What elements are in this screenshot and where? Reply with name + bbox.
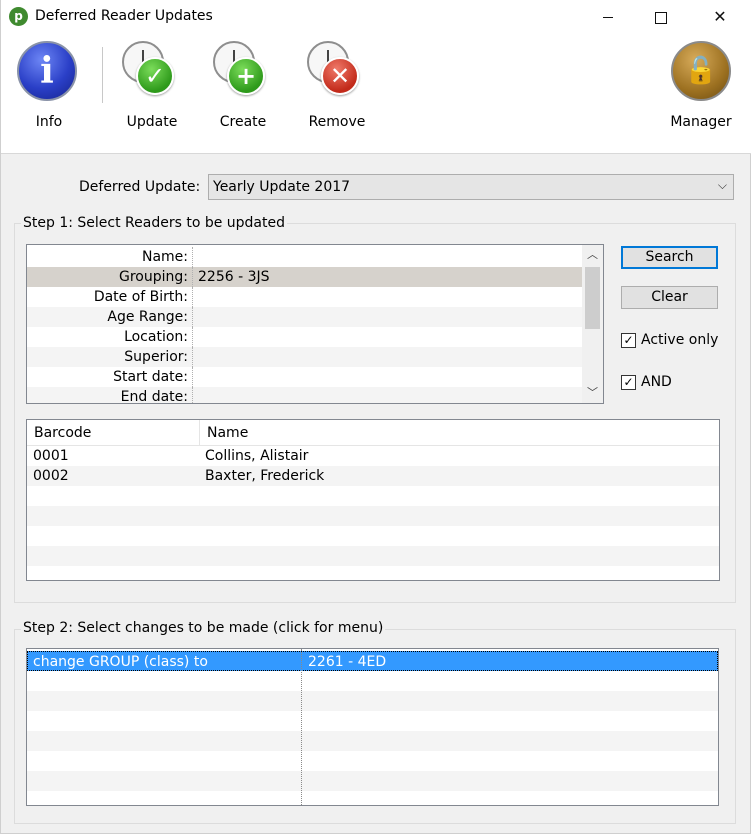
criteria-scrollbar[interactable]: ︿ ﹀	[582, 245, 603, 403]
info-label: Info	[35, 114, 63, 130]
grid-divider	[192, 347, 194, 367]
change-row[interactable]: change GROUP (class) to 2261 - 4ED	[27, 651, 718, 671]
table-row[interactable]: 0001 Collins, Alistair	[27, 446, 719, 466]
minimize-icon	[603, 17, 613, 18]
grid-divider	[192, 327, 194, 347]
criteria-key: Superior:	[124, 349, 188, 365]
info-icon: i	[17, 41, 77, 101]
checkmark-icon: ✓	[136, 57, 174, 95]
create-button[interactable]: + Create	[203, 39, 283, 139]
step1-title: Step 1: Select Readers to be updated	[21, 215, 288, 231]
create-label: Create	[219, 114, 267, 130]
empty-row[interactable]	[27, 711, 718, 731]
empty-row	[27, 486, 719, 506]
title-bar: p Deferred Reader Updates ✕	[1, 0, 751, 33]
grid-divider	[192, 247, 194, 267]
maximize-button[interactable]	[638, 0, 684, 33]
update-label: Update	[126, 114, 178, 130]
active-only-label: Active only	[641, 332, 719, 348]
plus-icon: +	[227, 57, 265, 95]
remove-x-icon: ✕	[321, 57, 359, 95]
name-cell: Baxter, Frederick	[205, 468, 325, 484]
criteria-key: Location:	[124, 329, 188, 345]
step2-title: Step 2: Select changes to be made (click…	[21, 620, 386, 636]
criteria-key: Date of Birth:	[93, 289, 188, 305]
minimize-button[interactable]	[585, 0, 631, 33]
change-field-cell: change GROUP (class) to	[33, 654, 208, 670]
remove-label: Remove	[308, 114, 366, 130]
criteria-key: Name:	[141, 249, 188, 265]
app-logo-icon: p	[9, 7, 28, 26]
window-title: Deferred Reader Updates	[35, 8, 213, 24]
unlock-icon: 🔓	[671, 41, 731, 101]
criteria-row[interactable]: Superior:	[27, 347, 582, 367]
maximize-icon	[655, 11, 667, 24]
empty-row	[27, 506, 719, 526]
changes-grid[interactable]: change GROUP (class) to 2261 - 4ED	[26, 648, 719, 806]
deferred-update-select[interactable]: Yearly Update 2017 ⌵	[208, 174, 734, 200]
barcode-cell: 0001	[33, 448, 69, 464]
manager-button[interactable]: 🔓 Manager	[661, 39, 741, 139]
checkbox-checked-icon: ✓	[621, 375, 636, 390]
update-button[interactable]: ✓ Update	[112, 39, 192, 139]
close-icon: ✕	[713, 7, 727, 26]
criteria-key: End date:	[120, 389, 188, 404]
criteria-row[interactable]: Start date:	[27, 367, 582, 387]
column-header-barcode[interactable]: Barcode	[34, 425, 91, 441]
readers-list[interactable]: Barcode Name 0001 Collins, Alistair 0002…	[26, 419, 720, 581]
empty-row[interactable]	[27, 771, 718, 791]
chevron-down-icon[interactable]: ﹀	[582, 383, 603, 403]
chevron-up-icon[interactable]: ︿	[582, 245, 603, 265]
clear-button[interactable]: Clear	[621, 286, 718, 309]
change-value-cell: 2261 - 4ED	[308, 654, 387, 670]
empty-row	[27, 546, 719, 566]
deferred-update-value: Yearly Update 2017	[213, 179, 351, 195]
app-window: p Deferred Reader Updates ✕ i Info ✓ Upd…	[0, 0, 751, 834]
empty-row[interactable]	[27, 791, 718, 805]
empty-row[interactable]	[27, 691, 718, 711]
deferred-update-label: Deferred Update:	[79, 179, 201, 195]
toolbar-separator	[102, 47, 103, 103]
empty-row[interactable]	[27, 751, 718, 771]
criteria-row[interactable]: Grouping: 2256 - 3JS	[27, 267, 582, 287]
empty-row	[27, 566, 719, 580]
reader-criteria-grid[interactable]: Name: Grouping: 2256 - 3JS Date of Birth…	[26, 244, 604, 404]
criteria-row[interactable]: Name:	[27, 247, 582, 267]
criteria-row[interactable]: Location:	[27, 327, 582, 347]
criteria-row[interactable]: Date of Birth:	[27, 287, 582, 307]
toolbar: i Info ✓ Update + Create ✕ Remove 🔓 Mana…	[1, 33, 751, 154]
scrollbar-thumb[interactable]	[585, 267, 600, 329]
criteria-row[interactable]: Age Range:	[27, 307, 582, 327]
barcode-cell: 0002	[33, 468, 69, 484]
column-header-name[interactable]: Name	[207, 425, 248, 441]
list-header: Barcode Name	[27, 420, 719, 446]
criteria-key: Start date:	[113, 369, 188, 385]
info-button[interactable]: i Info	[9, 39, 89, 139]
criteria-value: 2256 - 3JS	[198, 269, 270, 285]
grid-divider	[192, 267, 194, 287]
checkbox-checked-icon: ✓	[621, 333, 636, 348]
grid-divider	[192, 367, 194, 387]
empty-row[interactable]	[27, 731, 718, 751]
and-label: AND	[641, 374, 672, 390]
close-button[interactable]: ✕	[697, 0, 743, 33]
empty-row	[27, 526, 719, 546]
empty-row[interactable]	[27, 671, 718, 691]
grid-divider	[192, 307, 194, 327]
table-row[interactable]: 0002 Baxter, Frederick	[27, 466, 719, 486]
chevron-down-icon: ⌵	[717, 178, 727, 192]
name-cell: Collins, Alistair	[205, 448, 309, 464]
grid-divider	[192, 387, 194, 403]
manager-label: Manager	[670, 114, 732, 130]
column-divider[interactable]	[199, 420, 200, 445]
remove-button[interactable]: ✕ Remove	[297, 39, 377, 139]
criteria-key: Grouping:	[119, 269, 188, 285]
grid-divider	[192, 287, 194, 307]
search-button[interactable]: Search	[621, 246, 718, 269]
criteria-row[interactable]: End date:	[27, 387, 582, 404]
column-divider	[301, 649, 303, 805]
criteria-key: Age Range:	[107, 309, 188, 325]
